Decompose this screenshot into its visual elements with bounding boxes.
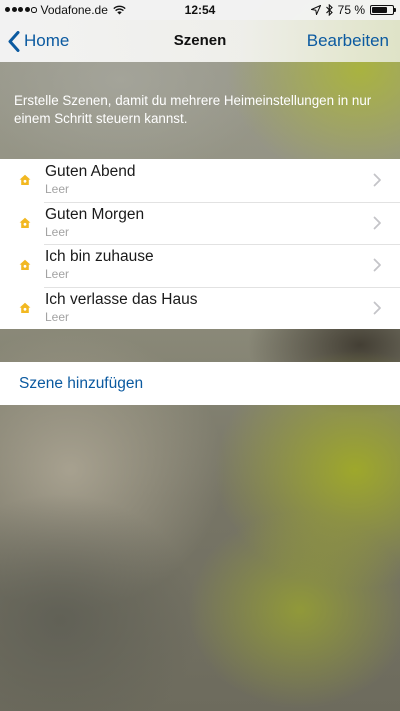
chevron-right-icon: [373, 173, 381, 187]
navigation-bar: Home Szenen Bearbeiten: [0, 20, 400, 62]
intro-description: Erstelle Szenen, damit du mehrere Heimei…: [14, 93, 372, 126]
scene-subtitle: Leer: [45, 267, 70, 281]
scene-subtitle: Leer: [45, 224, 70, 239]
battery-icon: [370, 5, 396, 15]
scene-name: Ich verlasse das Haus: [45, 290, 198, 308]
scene-row-ich-verlasse-das-haus[interactable]: Ich verlasse das Haus Leer: [0, 286, 400, 330]
scene-name: Guten Abend: [45, 163, 136, 180]
scene-row-ich-bin-zuhause[interactable]: Ich bin zuhause Leer: [0, 244, 400, 287]
battery-level-fill: [372, 7, 387, 13]
chevron-right-icon: [373, 258, 381, 272]
home-scene-icon: [19, 302, 31, 313]
home-scene-icon: [19, 259, 31, 270]
scene-subtitle: Leer: [45, 182, 70, 196]
chevron-right-icon: [373, 216, 381, 229]
home-scene-icon: [19, 217, 31, 228]
battery-percent: 75 %: [337, 3, 365, 17]
home-scene-icon: [19, 174, 31, 185]
edit-button[interactable]: Bearbeiten: [307, 20, 389, 62]
chevron-left-icon: [8, 30, 20, 52]
scene-subtitle: Leer: [45, 309, 70, 324]
scene-name: Ich bin zuhause: [45, 248, 154, 265]
status-bar: Vodafone.de 12:54 75 %: [0, 0, 400, 20]
add-scene-label: Szene hinzufügen: [19, 375, 144, 392]
scene-name: Guten Morgen: [45, 205, 145, 223]
back-button-label: Home: [24, 31, 70, 50]
scene-row-guten-morgen[interactable]: Guten Morgen Leer: [0, 201, 400, 245]
status-right: 75 %: [310, 3, 396, 17]
chevron-right-icon: [373, 301, 381, 314]
scene-row-guten-abend[interactable]: Guten Abend Leer: [0, 159, 400, 202]
bluetooth-icon: [325, 4, 333, 16]
add-scene-button[interactable]: Szene hinzufügen: [0, 362, 400, 405]
back-button[interactable]: Home: [8, 20, 69, 62]
location-arrow-icon: [310, 5, 321, 15]
scene-list: Guten Abend Leer Guten Morgen Leer Ich b…: [0, 159, 400, 329]
